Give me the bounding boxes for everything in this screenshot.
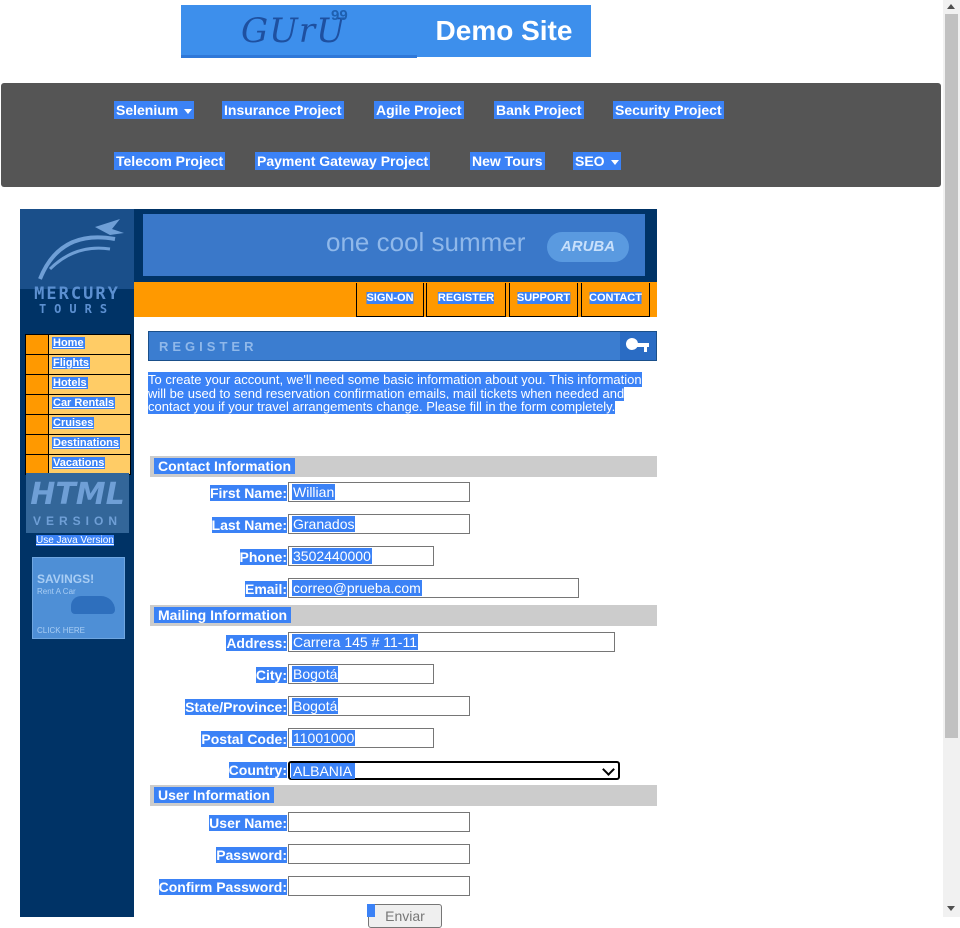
side-menu-destinations[interactable]: Destinations <box>26 435 130 455</box>
password-label: Password: <box>216 847 287 863</box>
city-field[interactable]: Bogotá <box>288 664 434 684</box>
username-label: User Name: <box>209 815 287 831</box>
email-label: Email: <box>244 581 287 597</box>
nav-telecom-project[interactable]: Telecom Project <box>114 152 226 170</box>
side-menu-hotels[interactable]: Hotels <box>26 375 130 395</box>
phone-field[interactable]: 3502440000 <box>288 546 434 566</box>
nav-new-tours[interactable]: New Tours <box>470 152 545 170</box>
last-name-field[interactable]: Granados <box>288 514 470 534</box>
nav-selenium[interactable]: Selenium <box>114 101 195 119</box>
guru-logo-superscript: 99 <box>331 7 348 24</box>
side-menu: Home Flights Hotels Car Rentals Cruises … <box>25 334 131 475</box>
submit-button[interactable]: Enviar <box>368 904 442 928</box>
nav-payment-gateway-project[interactable]: Payment Gateway Project <box>255 152 431 170</box>
register-intro: To create your account, we'll need some … <box>148 372 642 414</box>
support-link[interactable]: SUPPORT <box>509 283 578 317</box>
aruba-banner[interactable]: one cool summer ARUBA <box>143 214 645 276</box>
chevron-down-icon <box>602 763 615 776</box>
username-field[interactable] <box>288 812 470 832</box>
nav-security-project[interactable]: Security Project <box>613 101 724 119</box>
nav-insurance-project[interactable]: Insurance Project <box>222 101 344 119</box>
confirm-password-field[interactable] <box>288 876 470 896</box>
postal-code-field[interactable]: 11001000 <box>288 728 434 748</box>
signon-link[interactable]: SIGN-ON <box>356 283 424 317</box>
nav-bank-project[interactable]: Bank Project <box>494 101 584 119</box>
state-field[interactable]: Bogotá <box>288 696 470 716</box>
plane-icon <box>38 219 124 280</box>
nav-agile-project[interactable]: Agile Project <box>374 101 464 119</box>
side-menu-home[interactable]: Home <box>26 335 130 355</box>
top-navbar: Selenium Insurance Project Agile Project… <box>1 83 941 187</box>
password-field[interactable] <box>288 844 470 864</box>
demo-site-label: Demo Site <box>435 15 573 46</box>
scroll-up-icon[interactable] <box>947 4 955 9</box>
submit-selection-mark <box>367 904 375 917</box>
mailing-info-header: Mailing Information <box>150 605 657 626</box>
phone-label: Phone: <box>239 549 287 565</box>
postal-code-label: Postal Code: <box>201 731 287 747</box>
email-field[interactable]: correo@prueba.com <box>288 578 579 598</box>
register-title: REGISTER <box>159 339 258 354</box>
guru-logo-mark: GUrU 99 <box>181 5 417 57</box>
savings-ad[interactable]: SAVINGS! Rent A Car CLICK HERE <box>32 557 125 639</box>
contact-info-header: Contact Information <box>150 456 657 477</box>
tours-brand: TOURS <box>38 302 116 316</box>
vertical-scrollbar[interactable] <box>943 0 960 917</box>
logo-underline <box>181 55 417 58</box>
chevron-down-icon <box>610 159 619 165</box>
side-menu-cruises[interactable]: Cruises <box>26 415 130 435</box>
address-label: Address: <box>226 635 287 651</box>
register-header: REGISTER <box>148 331 657 361</box>
aruba-logo: ARUBA <box>547 232 629 262</box>
html-version-badge: HTML VERSION <box>26 473 129 533</box>
city-label: City: <box>255 667 287 683</box>
confirm-password-label: Confirm Password: <box>158 879 287 895</box>
user-info-header: User Information <box>150 785 657 806</box>
use-java-version-link[interactable]: Use Java Version <box>36 535 114 546</box>
country-select[interactable]: ALBANIA <box>288 761 620 780</box>
first-name-label: First Name: <box>209 485 287 501</box>
register-link[interactable]: REGISTER <box>426 283 506 317</box>
key-icon <box>620 332 656 360</box>
last-name-label: Last Name: <box>211 517 287 533</box>
side-menu-vacations[interactable]: Vacations <box>26 455 130 474</box>
contact-link[interactable]: CONTACT <box>581 283 650 317</box>
country-label: Country: <box>228 762 287 778</box>
scrollbar-thumb[interactable] <box>945 14 958 738</box>
side-menu-flights[interactable]: Flights <box>26 355 130 375</box>
car-icon <box>71 596 115 614</box>
chevron-down-icon <box>184 108 193 114</box>
nav-seo[interactable]: SEO <box>573 152 621 170</box>
address-field[interactable]: Carrera 145 # 11-11 <box>288 632 615 652</box>
scroll-down-icon[interactable] <box>947 906 955 911</box>
guru99-logo[interactable]: GUrU 99 Demo Site <box>181 5 591 57</box>
side-menu-car-rentals[interactable]: Car Rentals <box>26 395 130 415</box>
mercury-brand: MERCURY <box>34 284 120 304</box>
state-label: State/Province: <box>185 699 287 715</box>
first-name-field[interactable]: Willian <box>288 482 470 502</box>
mercury-plane-logo <box>20 209 134 289</box>
